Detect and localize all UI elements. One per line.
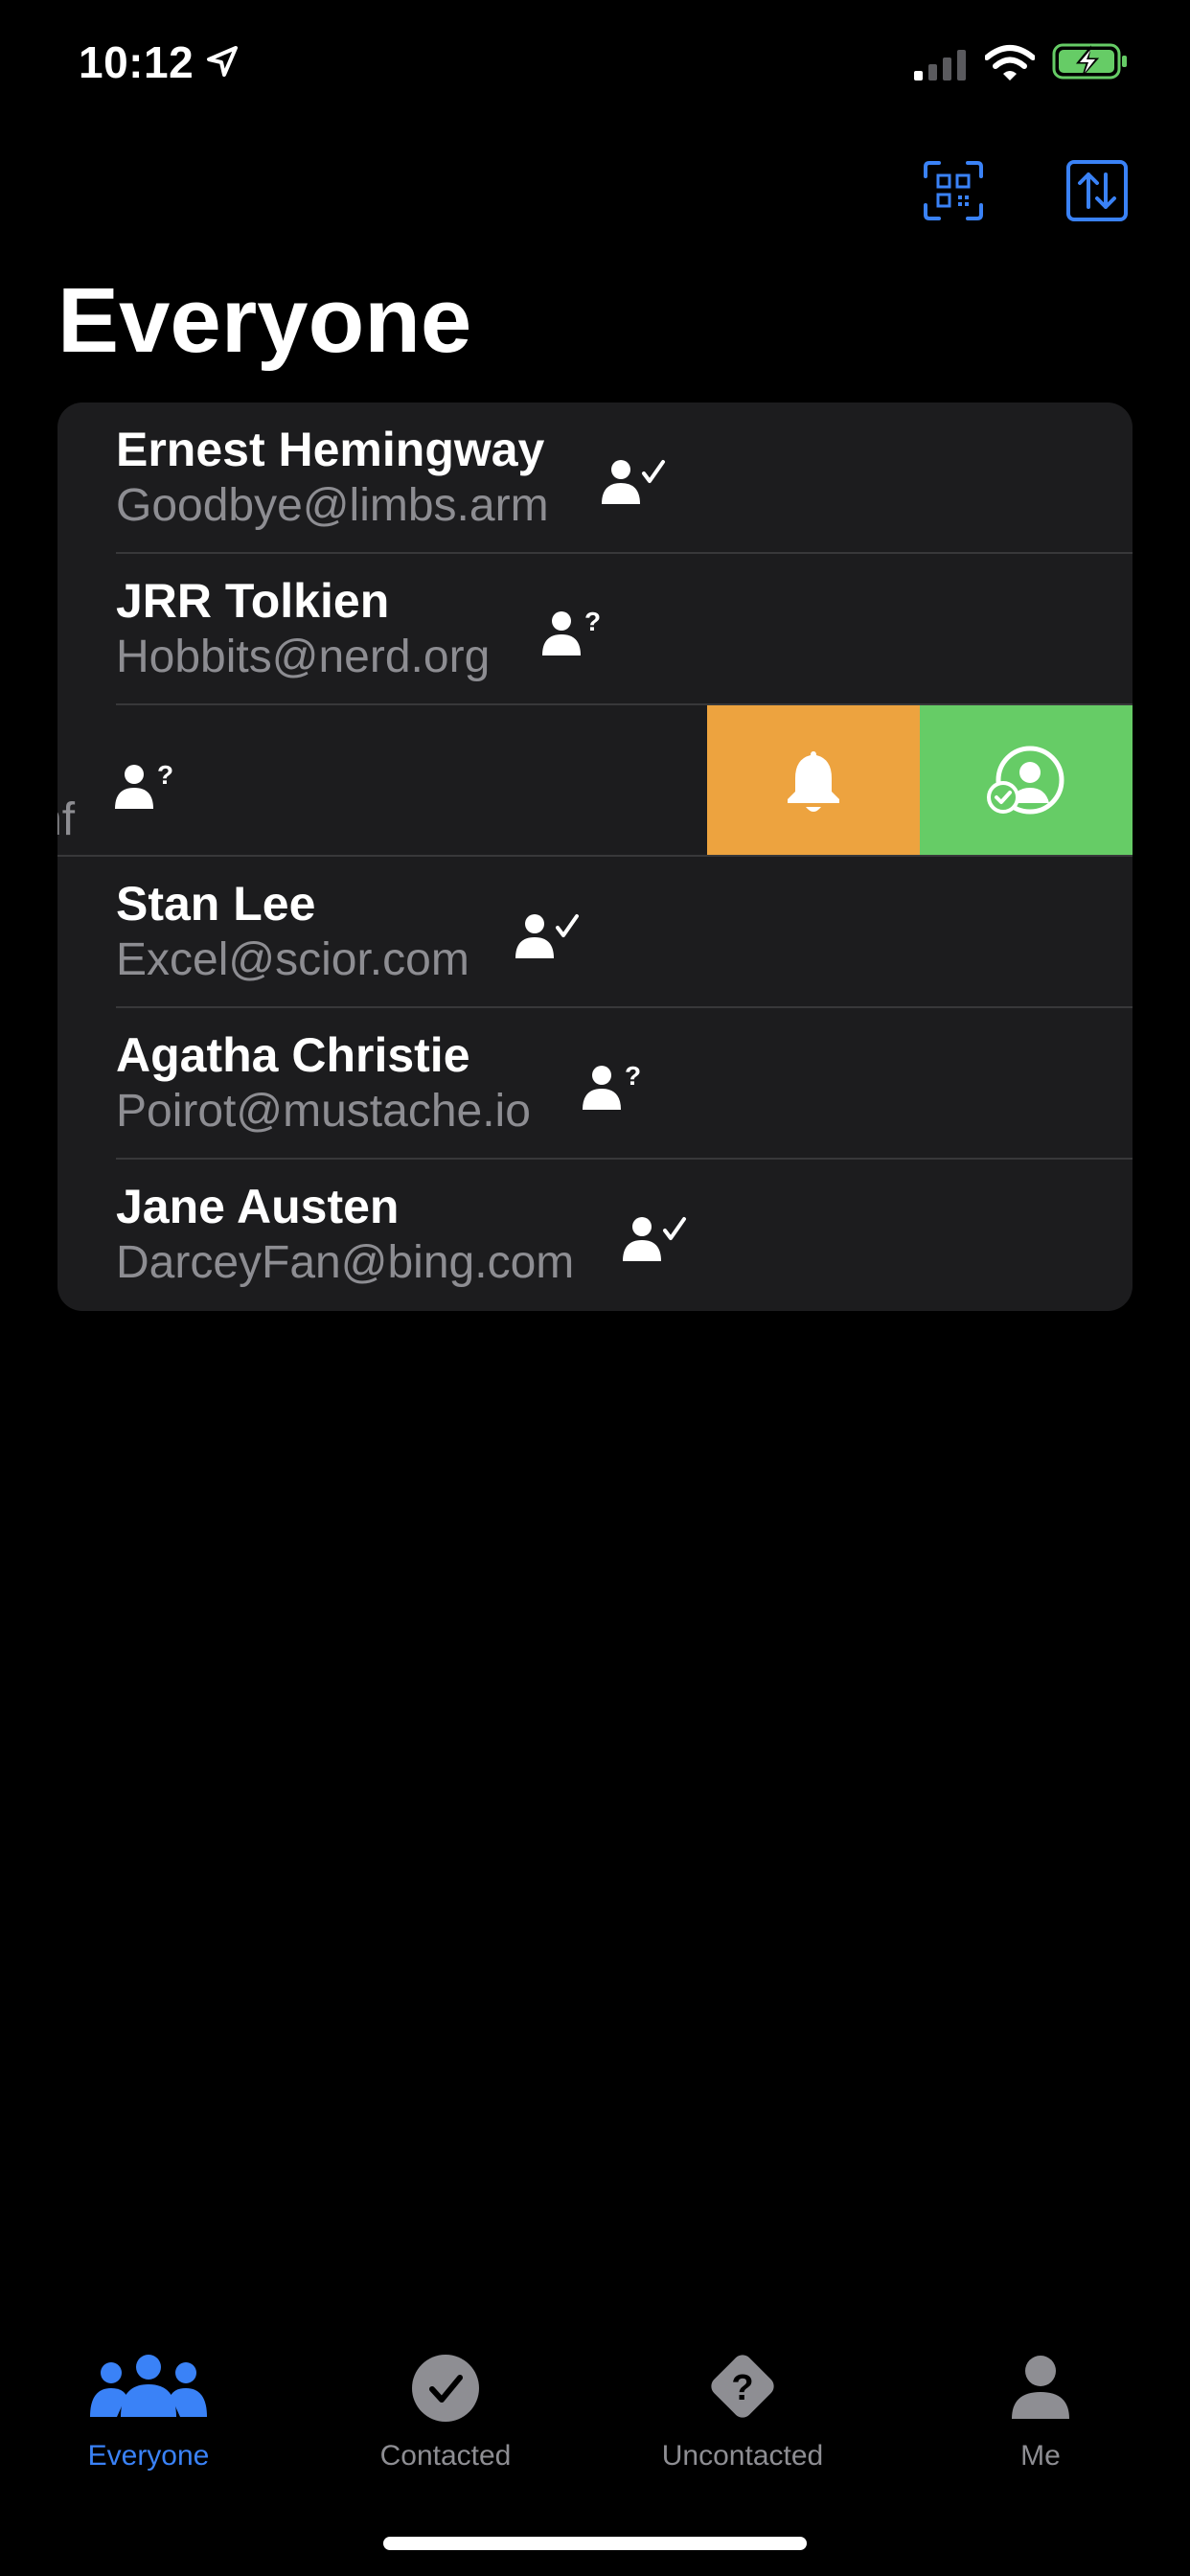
contact-name: Ernest Hemingway <box>116 423 545 476</box>
battery-charging-icon <box>1052 43 1127 80</box>
person-check-icon <box>987 746 1064 815</box>
tab-me[interactable]: Me <box>897 2338 1184 2482</box>
person-icon <box>1012 2356 1069 2419</box>
cellular-signal-icon <box>914 50 966 80</box>
status-bar: 10:12 <box>0 0 1190 134</box>
status-time: 10:12 <box>79 37 195 87</box>
wifi-icon <box>985 45 1035 80</box>
contact-name: Stan Lee <box>116 877 316 931</box>
person-checkmark-icon <box>515 914 579 958</box>
contact-name: Agatha Christie <box>116 1028 470 1082</box>
notify-action-button[interactable] <box>707 705 920 857</box>
person-checkmark-icon <box>602 460 665 504</box>
qr-scan-button[interactable] <box>922 159 985 222</box>
contact-row[interactable]: Ernest Hemingway Goodbye@limbs.arm <box>57 402 1133 554</box>
page-title: Everyone <box>57 269 472 372</box>
tab-everyone[interactable]: Everyone <box>5 2338 292 2482</box>
mark-contacted-action-button[interactable] <box>920 705 1133 857</box>
svg-text:?: ? <box>625 1062 641 1091</box>
contact-email: nf <box>57 794 76 845</box>
person-question-icon: ? <box>542 608 601 656</box>
contact-email: Hobbits@nerd.org <box>116 632 491 682</box>
svg-text:?: ? <box>157 761 173 790</box>
tab-bar: Everyone Contacted ? Uncontacted Me <box>0 2338 1190 2482</box>
contact-row[interactable]: Jane Austen DarceyFan@bing.com <box>57 1160 1133 1311</box>
svg-text:?: ? <box>584 608 601 636</box>
svg-text:?: ? <box>731 2368 753 2408</box>
question-diamond-icon: ? <box>711 2355 774 2418</box>
tab-label: Me <box>1020 2440 1061 2472</box>
tab-label: Uncontacted <box>661 2440 824 2472</box>
home-indicator[interactable] <box>383 2537 807 2550</box>
contact-email: Poirot@mustache.io <box>116 1086 531 1137</box>
bell-icon <box>788 751 839 812</box>
sort-button[interactable] <box>1065 159 1129 222</box>
contact-row[interactable]: JRR Tolkien Hobbits@nerd.org ? <box>57 554 1133 705</box>
contacts-list: Ernest Hemingway Goodbye@limbs.arm JRR T… <box>57 402 1133 1311</box>
tab-label: Contacted <box>379 2440 512 2472</box>
contact-row-swiped[interactable]: nf ? <box>57 705 1133 857</box>
tab-contacted[interactable]: Contacted <box>302 2338 589 2482</box>
contact-email: Excel@scior.com <box>116 934 469 985</box>
person-question-icon: ? <box>115 761 173 809</box>
tab-label: Everyone <box>87 2440 210 2472</box>
person-question-icon: ? <box>583 1062 641 1110</box>
contact-row[interactable]: Agatha Christie Poirot@mustache.io ? <box>57 1008 1133 1160</box>
contact-row[interactable]: Stan Lee Excel@scior.com <box>57 857 1133 1008</box>
contact-name: JRR Tolkien <box>116 574 390 628</box>
contact-email: Goodbye@limbs.arm <box>116 480 549 531</box>
checkmark-circle-icon <box>412 2355 479 2422</box>
contact-name: Jane Austen <box>116 1180 400 1233</box>
location-arrow-icon <box>207 46 238 77</box>
tab-uncontacted[interactable]: ? Uncontacted <box>599 2338 886 2482</box>
contact-email: DarceyFan@bing.com <box>116 1237 575 1288</box>
people-icon <box>90 2355 207 2417</box>
person-checkmark-icon <box>623 1217 686 1261</box>
